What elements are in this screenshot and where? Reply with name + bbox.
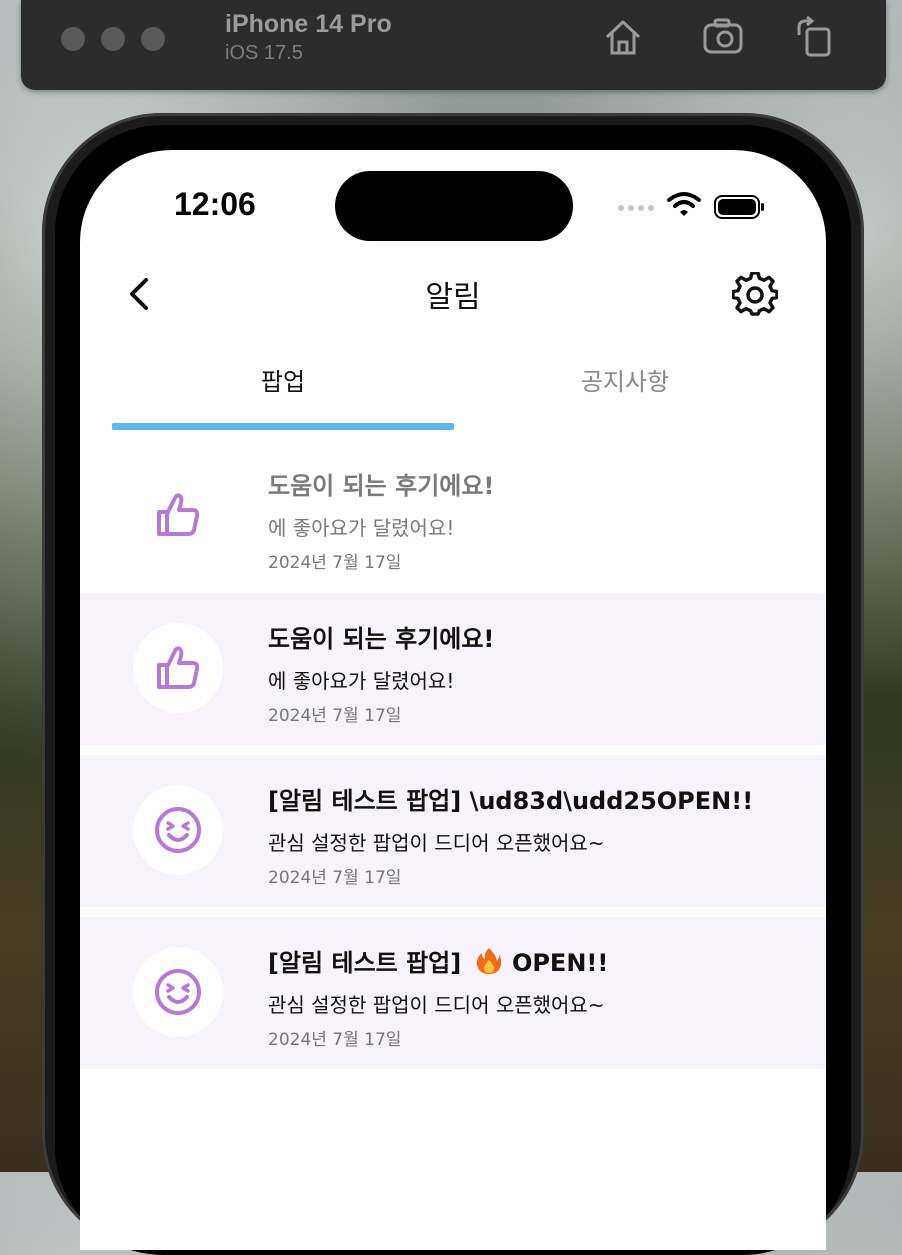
cellular-signal-icon — [618, 205, 654, 211]
notification-title: 도움이 되는 후기에요! — [268, 472, 495, 500]
notification-body: 관심 설정한 팝업이 드디어 오픈했어요~ — [268, 993, 605, 1017]
simulator-title-bar: iPhone 14 Pro iOS 17.5 — [21, 0, 886, 90]
notification-item[interactable]: [알림 테스트 팝업] \ud83d\udd25OPEN!! 관심 설정한 팝업… — [80, 755, 826, 907]
notification-body: 에 좋아요가 달렸어요! — [268, 516, 455, 540]
active-tab-indicator — [112, 423, 454, 430]
thumbs-up-icon — [157, 646, 200, 689]
notification-icon-container — [133, 785, 223, 875]
wifi-icon — [667, 192, 701, 216]
screenshot-icon[interactable] — [701, 15, 745, 59]
rotate-icon[interactable] — [795, 15, 839, 59]
notification-body: 관심 설정한 팝업이 드디어 오픈했어요~ — [268, 831, 605, 855]
notification-title: [알림 테스트 팝업] \ud83d\udd25OPEN!! — [268, 787, 754, 815]
home-icon[interactable] — [601, 15, 645, 59]
notification-icon-container — [133, 470, 223, 560]
window-zoom-button[interactable] — [141, 27, 165, 51]
notification-date: 2024년 7월 17일 — [268, 553, 402, 573]
thumbs-up-icon — [157, 493, 200, 536]
tab-popup[interactable]: 팝업 — [112, 362, 454, 397]
notification-item[interactable]: [알림 테스트 팝업] OPEN!! 관심 설정한 팝업이 드디어 오픈했어요~… — [80, 917, 826, 1069]
os-version: iOS 17.5 — [225, 42, 303, 64]
notification-title: 도움이 되는 후기에요! — [268, 625, 495, 653]
notification-date: 2024년 7월 17일 — [268, 1030, 402, 1050]
notification-item[interactable]: 도움이 되는 후기에요! 에 좋아요가 달렸어요! 2024년 7월 17일 — [80, 593, 826, 745]
notification-item[interactable]: 도움이 되는 후기에요! 에 좋아요가 달렸어요! 2024년 7월 17일 — [80, 440, 826, 592]
smile-icon — [155, 969, 201, 1015]
status-time: 12:06 — [174, 186, 256, 222]
tab-notice[interactable]: 공지사항 — [454, 362, 796, 397]
battery-icon — [714, 195, 764, 219]
gear-icon[interactable] — [732, 272, 778, 318]
notification-date: 2024년 7월 17일 — [268, 706, 402, 726]
window-close-button[interactable] — [61, 27, 85, 51]
notification-icon-container — [133, 947, 223, 1037]
smile-icon — [155, 807, 201, 853]
dynamic-island — [335, 171, 573, 241]
title-prefix: [알림 테스트 팝업] — [268, 949, 462, 977]
title-suffix: OPEN!! — [511, 949, 609, 977]
phone-screen: 12:06 알림 팝업 공지사항 도움이 되는 후기에요! 에 좋아요가 달렸어… — [80, 150, 826, 1250]
notification-icon-container — [133, 623, 223, 713]
notification-body: 에 좋아요가 달렸어요! — [268, 669, 455, 693]
window-minimize-button[interactable] — [101, 27, 125, 51]
notification-date: 2024년 7월 17일 — [268, 868, 402, 888]
notification-title: [알림 테스트 팝업] OPEN!! — [268, 943, 608, 978]
page-title: 알림 — [425, 280, 481, 315]
fire-emoji — [476, 948, 501, 974]
device-name: iPhone 14 Pro — [225, 10, 392, 38]
